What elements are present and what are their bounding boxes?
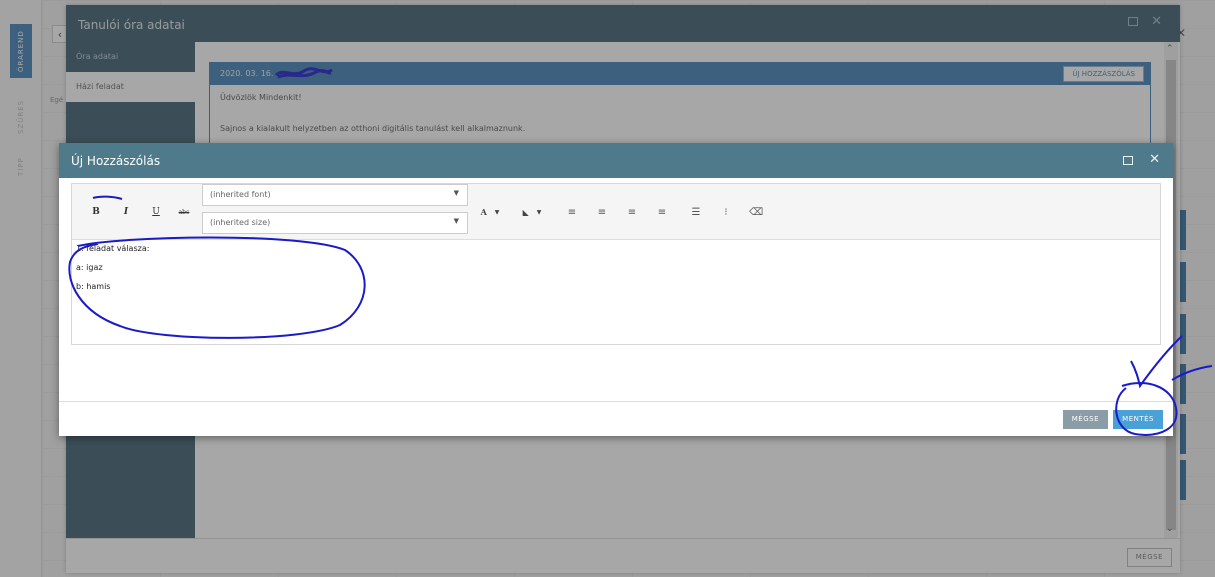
rich-text-editor: B I U abc (inherited font) ▼ (inherited … [71, 183, 1161, 345]
editor-toolbar: B I U abc (inherited font) ▼ (inherited … [72, 184, 1160, 240]
font-size-select[interactable]: (inherited size) ▼ [202, 212, 468, 234]
font-color-button[interactable]: A ▼ [474, 204, 506, 220]
chevron-down-icon: ▼ [494, 208, 500, 216]
font-family-select[interactable]: (inherited font) ▼ [202, 184, 468, 206]
content-line: b: hamis [76, 282, 111, 291]
numbered-list-icon[interactable]: ⁝ [720, 205, 732, 219]
chevron-down-icon: ▼ [453, 217, 459, 225]
font-size-value: (inherited size) [210, 218, 271, 227]
content-line: a: igaz [76, 263, 103, 272]
modal-footer: MÉGSE MENTÉS [59, 401, 1173, 436]
editor-content[interactable]: 1. feladat válasza: a: igaz b: hamis [72, 240, 1160, 344]
paint-bucket-icon: ◣ [522, 207, 529, 217]
modal-titlebar: Új Hozzászólás ✕ [59, 143, 1173, 178]
strikethrough-button[interactable]: abc [176, 204, 192, 220]
italic-button[interactable]: I [118, 204, 134, 220]
chevron-down-icon: ▼ [536, 208, 542, 216]
align-center-icon[interactable]: ≡ [596, 205, 608, 219]
chevron-down-icon: ▼ [453, 189, 459, 197]
content-line: 1. feladat válasza: [76, 244, 150, 253]
align-justify-icon[interactable]: ≡ [656, 205, 668, 219]
cancel-button[interactable]: MÉGSE [1062, 410, 1108, 429]
save-button[interactable]: MENTÉS [1113, 410, 1163, 429]
highlight-color-button[interactable]: ◣ ▼ [514, 204, 550, 220]
underline-button[interactable]: U [148, 204, 164, 220]
font-color-label: A [480, 207, 487, 217]
bullet-list-icon[interactable]: ☰ [690, 205, 702, 219]
font-family-value: (inherited font) [210, 190, 271, 199]
modal-title: Új Hozzászólás [71, 154, 161, 168]
align-right-icon[interactable]: ≡ [626, 205, 638, 219]
new-comment-modal: Új Hozzászólás ✕ B I U abc (inherited fo… [59, 143, 1173, 436]
clear-format-icon[interactable]: ⌫ [749, 205, 763, 219]
align-left-icon[interactable]: ≡ [566, 205, 578, 219]
maximize-icon[interactable] [1123, 156, 1133, 165]
close-icon[interactable]: ✕ [1149, 152, 1160, 167]
bold-button[interactable]: B [88, 204, 104, 220]
